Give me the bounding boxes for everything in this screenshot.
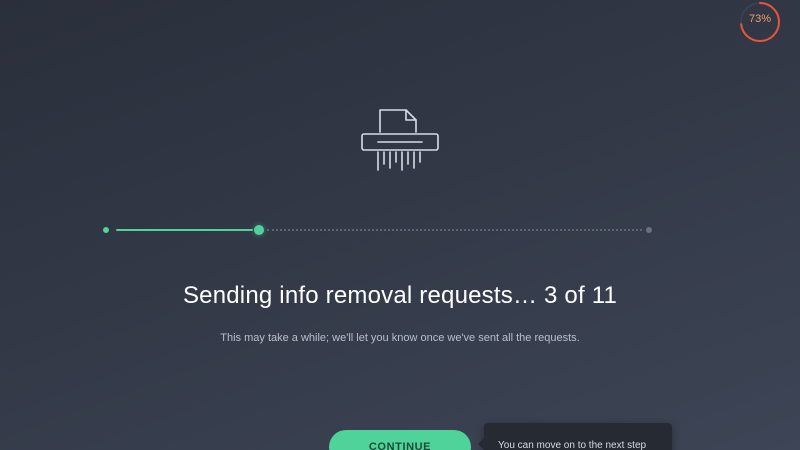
continue-button[interactable]: CONTINUE [329, 430, 471, 450]
paper-shredder-icon [361, 109, 439, 171]
track-current-dot [254, 225, 265, 235]
completion-percent: 73% [748, 13, 772, 25]
sending-requests-screen: 73% Sending info removal requests… 3 of [0, 0, 800, 450]
continue-tooltip: You can move on to the next step [478, 423, 672, 450]
completion-ring: 73% [738, 0, 782, 44]
tooltip-text: You can move on to the next step [498, 440, 647, 450]
track-remaining-segment [267, 229, 642, 231]
track-completed-segment [116, 229, 254, 231]
track-end-dot [646, 227, 652, 233]
track-start-dot [103, 227, 109, 233]
step-progress-track [100, 222, 660, 238]
status-description: This may take a while; we'll let you kno… [220, 332, 580, 344]
page-title: Sending info removal requests… 3 of 11 [182, 282, 618, 309]
